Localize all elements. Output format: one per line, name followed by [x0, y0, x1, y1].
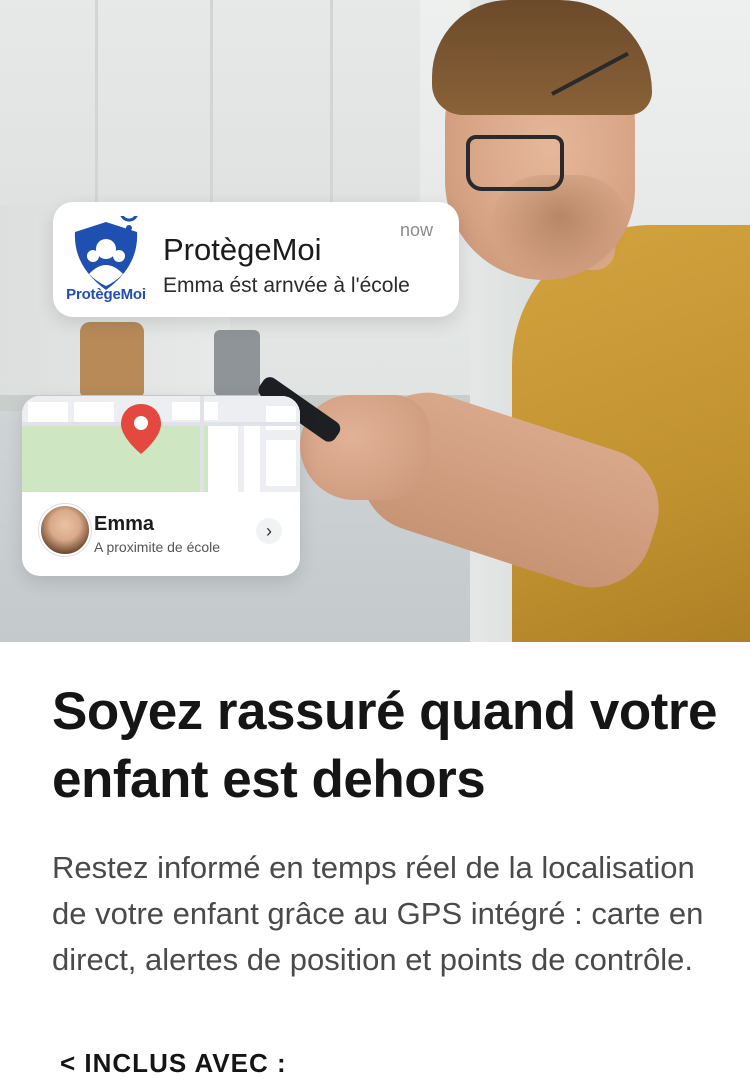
notification-app-name: ProtègeMoi	[163, 232, 322, 267]
description: Restez informé en temps réel de la local…	[52, 850, 704, 977]
location-card[interactable]: Emma A proximite de école ›	[22, 396, 300, 576]
mini-map[interactable]	[22, 396, 300, 492]
child-avatar	[39, 504, 91, 556]
headline: Soyez rassuré quand votre enfant est deh…	[52, 682, 717, 809]
child-location-status: A proximite de école	[94, 539, 221, 555]
included-with-label: < INCLUS AVEC :	[60, 1048, 287, 1078]
notification-time: now	[399, 220, 433, 240]
child-name: Emma	[94, 513, 155, 535]
chevron-right-icon[interactable]: ›	[256, 518, 282, 544]
glasses	[466, 135, 564, 191]
notification-message: Emma ést arnvée à l'école	[163, 274, 410, 297]
logo-wordmark: ProtègeMoi	[66, 286, 146, 303]
push-notification[interactable]: ProtègeMoi ProtègeMoi Emma ést arnvée à …	[53, 202, 459, 317]
location-pin-icon	[121, 404, 161, 454]
